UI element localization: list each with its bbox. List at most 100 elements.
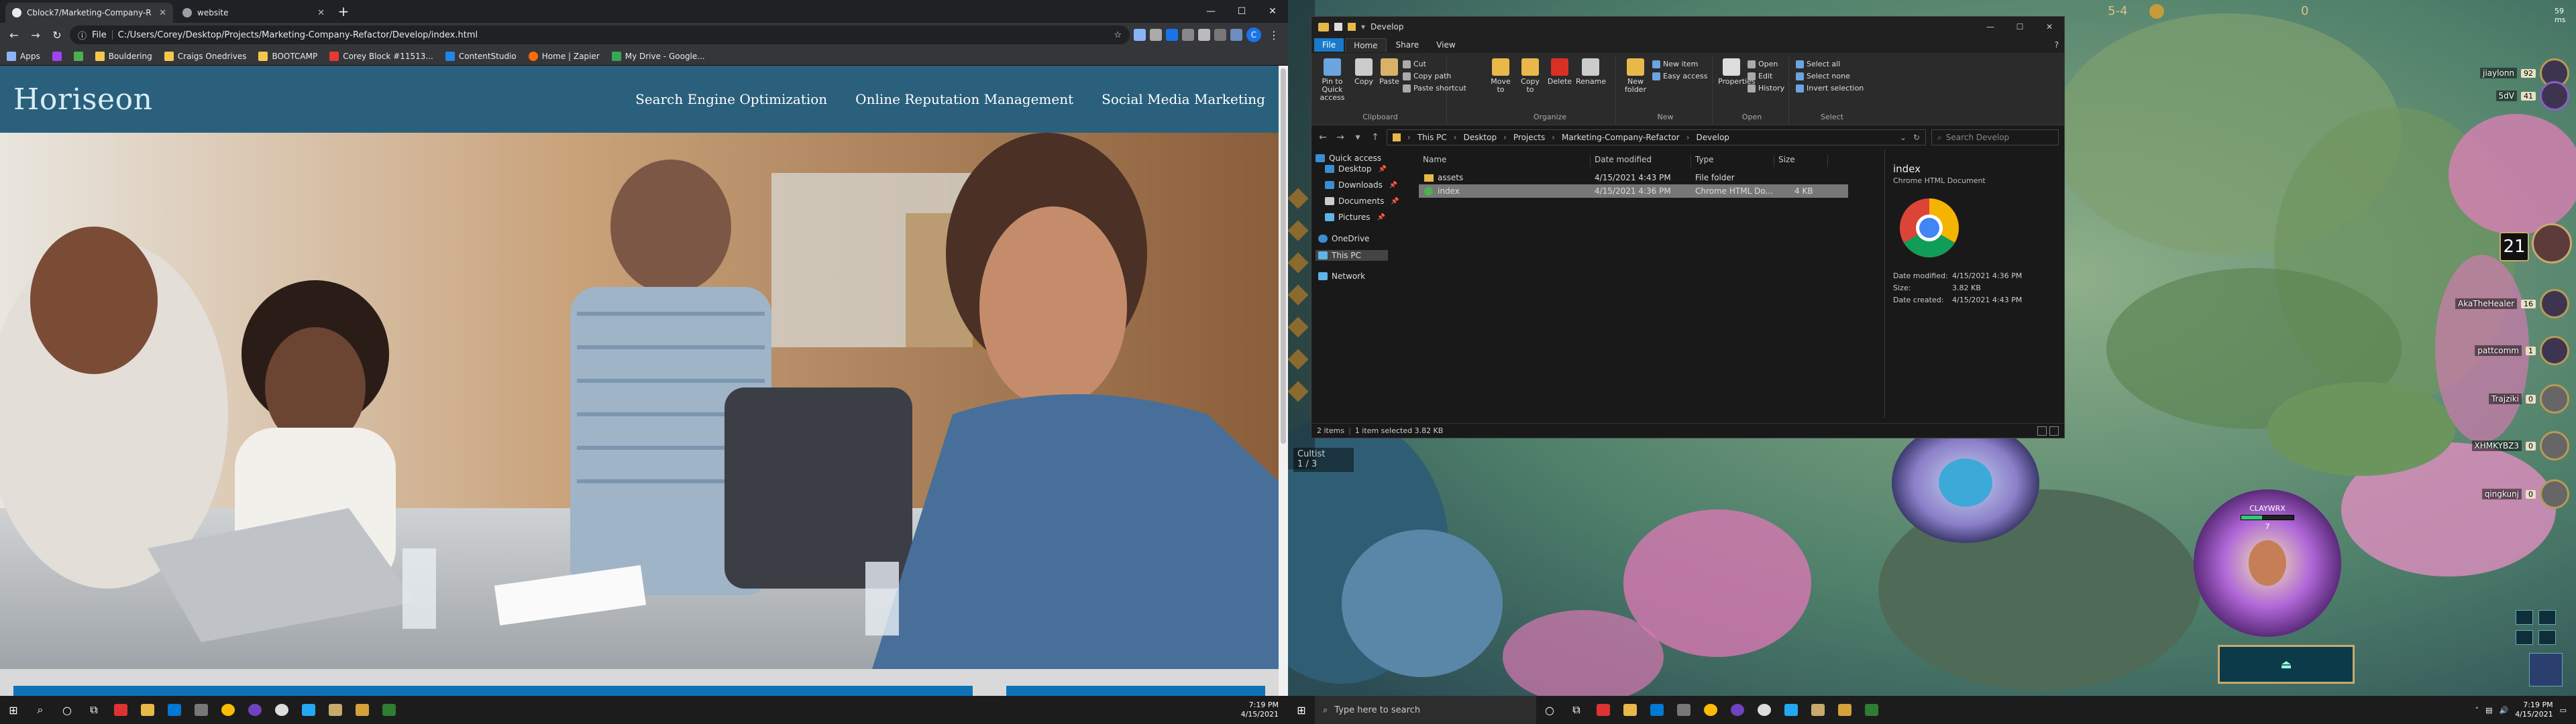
file-explorer-icon[interactable] xyxy=(1617,696,1644,724)
page-scrollbar[interactable] xyxy=(1279,66,1288,696)
breadcrumb-item[interactable]: Projects xyxy=(1513,133,1545,142)
network-icon[interactable]: ▤ xyxy=(2485,706,2492,715)
app-icon[interactable] xyxy=(349,696,376,724)
move-to-button[interactable]: Move to xyxy=(1487,58,1514,94)
app-icon[interactable] xyxy=(1858,696,1885,724)
tab-share[interactable]: Share xyxy=(1388,38,1428,52)
player-row[interactable]: pattcomm 1 xyxy=(2455,334,2569,367)
pin-quick-access-button[interactable]: Pin to Quick access xyxy=(1316,58,1349,102)
nav-this-pc[interactable]: This PC xyxy=(1316,250,1388,261)
nav-documents[interactable]: Documents 📌 xyxy=(1325,196,1399,206)
reload-icon[interactable]: ↻ xyxy=(48,26,66,44)
item-slot[interactable] xyxy=(2529,653,2563,686)
nav-downloads[interactable]: Downloads 📌 xyxy=(1325,180,1397,190)
bookmark-extension[interactable] xyxy=(52,51,62,61)
history-button[interactable]: History xyxy=(1748,84,1784,93)
properties-qa-icon[interactable] xyxy=(1334,23,1342,31)
explorer-address-bar[interactable]: › This PC › Desktop › Projects › Marketing-C… xyxy=(1387,129,1926,145)
puzzle-icon[interactable] xyxy=(1198,29,1210,41)
minimize-icon[interactable]: — xyxy=(1195,0,1226,23)
extension-icon[interactable] xyxy=(1230,29,1242,41)
breadcrumb-item[interactable]: Develop xyxy=(1697,133,1729,142)
tab-file[interactable]: File xyxy=(1314,38,1344,52)
nav-link-reputation[interactable]: Online Reputation Management xyxy=(855,91,1073,107)
trait-icon[interactable] xyxy=(1288,252,1309,274)
easy-access-button[interactable]: Easy access xyxy=(1652,72,1708,80)
trait-icon[interactable] xyxy=(1288,381,1309,402)
github-desktop-icon[interactable] xyxy=(241,696,268,724)
trait-cultist[interactable]: Cultist 1 / 3 xyxy=(1293,448,1354,472)
back-icon[interactable]: ← xyxy=(5,26,23,44)
bookmark-bootcamp[interactable]: BOOTCAMP xyxy=(258,51,317,61)
copy-path-button[interactable]: Copy path xyxy=(1403,72,1451,80)
close-icon[interactable]: ✕ xyxy=(2035,17,2064,37)
vscode-icon[interactable] xyxy=(1778,696,1805,724)
address-dropdown-icon[interactable]: ⌄ xyxy=(1900,133,1907,142)
tool-icon[interactable] xyxy=(2538,610,2556,625)
help-icon[interactable]: ? xyxy=(2055,40,2064,50)
league-icon[interactable] xyxy=(1805,696,1831,724)
clock[interactable]: 7:19 PM 4/15/2021 xyxy=(1241,701,1279,719)
extension-icon[interactable] xyxy=(1182,29,1194,41)
copy-to-button[interactable]: Copy to xyxy=(1517,58,1544,94)
file-explorer-icon[interactable] xyxy=(134,696,161,724)
info-icon[interactable]: ⓘ xyxy=(78,29,87,42)
file-row[interactable]: index 4/15/2021 4:36 PM Chrome HTML Do..… xyxy=(1419,184,1848,198)
task-view-icon[interactable]: ⧉ xyxy=(80,696,107,724)
open-button[interactable]: Open xyxy=(1748,60,1778,68)
site-logo[interactable]: Horiseon xyxy=(13,82,152,117)
new-folder-button[interactable]: New folder xyxy=(1621,58,1650,94)
app-icon[interactable] xyxy=(1670,696,1697,724)
select-none-button[interactable]: Select none xyxy=(1796,72,1850,80)
player-row[interactable]: AkaTheHealer 16 xyxy=(2455,287,2569,320)
address-bar[interactable]: ⓘ File C:/Users/Corey/Desktop/Projects/M… xyxy=(70,25,1130,44)
nav-network[interactable]: Network xyxy=(1318,272,1365,281)
forward-icon[interactable]: → xyxy=(27,26,44,44)
edit-button[interactable]: Edit xyxy=(1748,72,1772,80)
recent-dropdown-icon[interactable]: ▾ xyxy=(1352,132,1364,143)
cortana-icon[interactable]: ○ xyxy=(1536,696,1563,724)
player-row[interactable]: 5dV 41 xyxy=(2455,79,2569,113)
trait-icon[interactable] xyxy=(1288,284,1309,306)
clock[interactable]: 7:19 PM 4/15/2021 xyxy=(2515,701,2553,719)
select-all-button[interactable]: Select all xyxy=(1796,60,1840,68)
bookmark-bouldering[interactable]: Bouldering xyxy=(95,51,152,61)
breadcrumb-item[interactable]: Desktop xyxy=(1464,133,1497,142)
bookmark-craigs[interactable]: Craigs Onedrives xyxy=(164,51,246,61)
chrome-icon[interactable] xyxy=(215,696,241,724)
tool-icon[interactable] xyxy=(2516,610,2533,625)
github-desktop-icon[interactable] xyxy=(1724,696,1751,724)
copy-button[interactable]: Copy xyxy=(1352,58,1376,86)
new-folder-qa-icon[interactable] xyxy=(1348,23,1356,31)
properties-button[interactable]: Properties xyxy=(1718,58,1756,86)
delete-button[interactable]: Delete xyxy=(1546,58,1573,86)
tab-home[interactable]: Home xyxy=(1345,38,1387,52)
own-portrait[interactable] xyxy=(2458,223,2572,263)
close-tab-icon[interactable]: ✕ xyxy=(159,8,166,18)
trait-icon[interactable] xyxy=(1288,349,1309,370)
app-icon[interactable] xyxy=(1751,696,1778,724)
menu-icon[interactable]: ⋮ xyxy=(1265,26,1283,44)
nav-link-social[interactable]: Social Media Marketing xyxy=(1102,91,1265,107)
new-item-button[interactable]: New item xyxy=(1652,60,1698,68)
close-icon[interactable]: ✕ xyxy=(1257,0,1288,23)
bookmark-extension[interactable] xyxy=(73,51,83,61)
nav-onedrive[interactable]: OneDrive xyxy=(1318,234,1369,243)
tool-icon[interactable] xyxy=(2538,630,2556,645)
vscode-icon[interactable] xyxy=(295,696,322,724)
player-row[interactable]: qingkunj 0 xyxy=(2455,477,2569,511)
notifications-icon[interactable]: ▭ xyxy=(2560,706,2567,715)
cortana-icon[interactable]: ○ xyxy=(54,696,80,724)
windows-start-icon[interactable]: ⊞ xyxy=(1288,696,1315,724)
explorer-search[interactable]: ⌕ Search Develop xyxy=(1931,129,2059,145)
file-row[interactable]: assets 4/15/2021 4:43 PM File folder xyxy=(1419,171,1848,184)
bookmark-corey[interactable]: Corey Block #11513... xyxy=(329,51,433,61)
breadcrumb-item[interactable]: This PC xyxy=(1417,133,1447,142)
bookmark-apps[interactable]: Apps xyxy=(7,51,40,61)
windows-start-icon[interactable]: ⊞ xyxy=(0,696,27,724)
volume-icon[interactable]: 🔊 xyxy=(2499,706,2508,715)
column-header-type[interactable]: Type xyxy=(1691,155,1774,167)
qa-dropdown-icon[interactable]: ▾ xyxy=(1361,22,1365,32)
details-view-icon[interactable] xyxy=(2037,426,2047,436)
shop-button[interactable]: ⏏ xyxy=(2218,645,2355,684)
